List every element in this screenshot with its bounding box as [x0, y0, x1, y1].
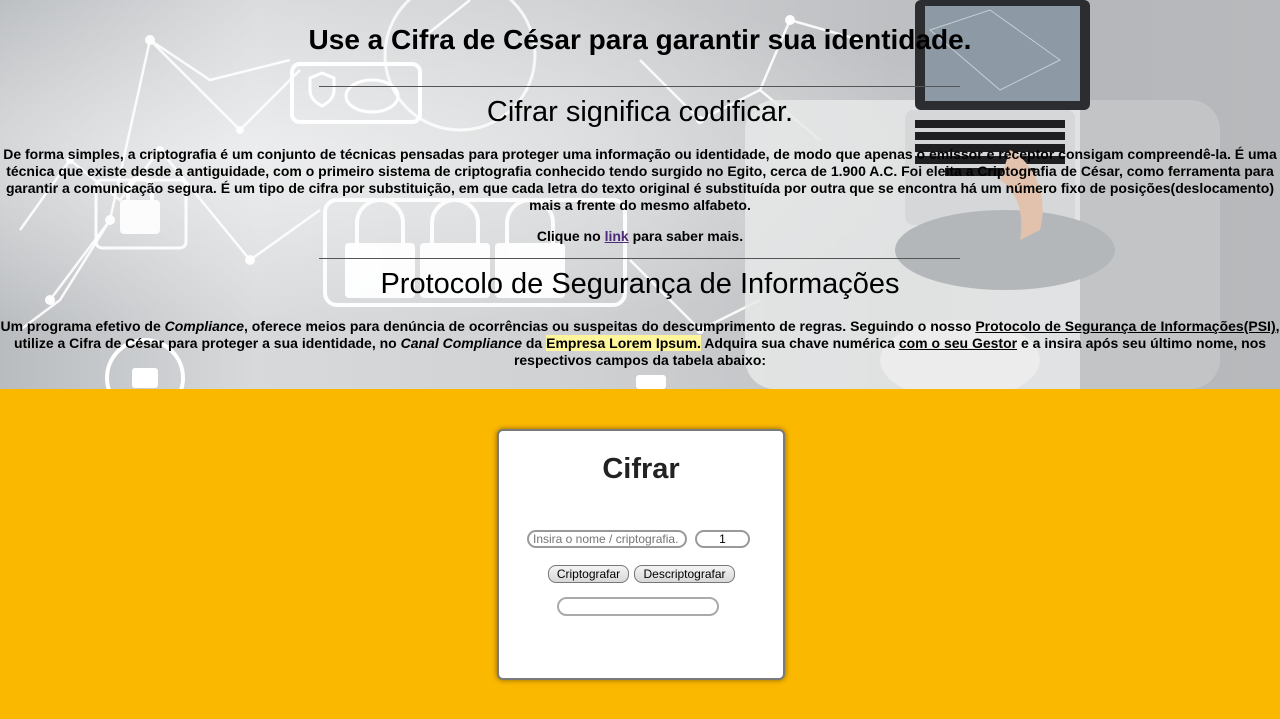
decrypt-button[interactable]: Descriptografar	[634, 565, 735, 583]
divider-top	[319, 86, 960, 87]
more-info-link[interactable]: link	[605, 228, 629, 244]
psi-link[interactable]: Protocolo de Segurança de Informações(PS…	[975, 318, 1275, 334]
key-input[interactable]	[695, 530, 750, 548]
page-title: Use a Cifra de César para garantir sua i…	[308, 24, 972, 55]
company-name-highlight: Empresa Lorem Ipsum.	[546, 335, 701, 351]
protocol-paragraph: Um programa efetivo de Compliance, ofere…	[0, 318, 1280, 368]
name-input[interactable]	[527, 530, 687, 548]
intro-paragraph: De forma simples, a criptografia é um co…	[3, 146, 1277, 213]
section-title-protocolo: Protocolo de Segurança de Informações	[380, 268, 900, 300]
gestor-link[interactable]: com o seu Gestor	[899, 335, 1017, 351]
hero-content: Use a Cifra de César para garantir sua i…	[0, 0, 1280, 389]
divider-middle	[319, 258, 960, 259]
output-field[interactable]	[557, 597, 719, 616]
hero-section: Use a Cifra de César para garantir sua i…	[0, 0, 1280, 389]
encrypt-button[interactable]: Criptografar	[548, 565, 629, 583]
section-title-cifrar: Cifrar significa codificar.	[486, 96, 794, 128]
cipher-card: Cifrar Criptografar Descriptografar	[497, 429, 785, 680]
cipher-card-title: Cifrar	[602, 453, 680, 485]
more-info-line: Clique no link para saber mais.	[536, 228, 744, 244]
